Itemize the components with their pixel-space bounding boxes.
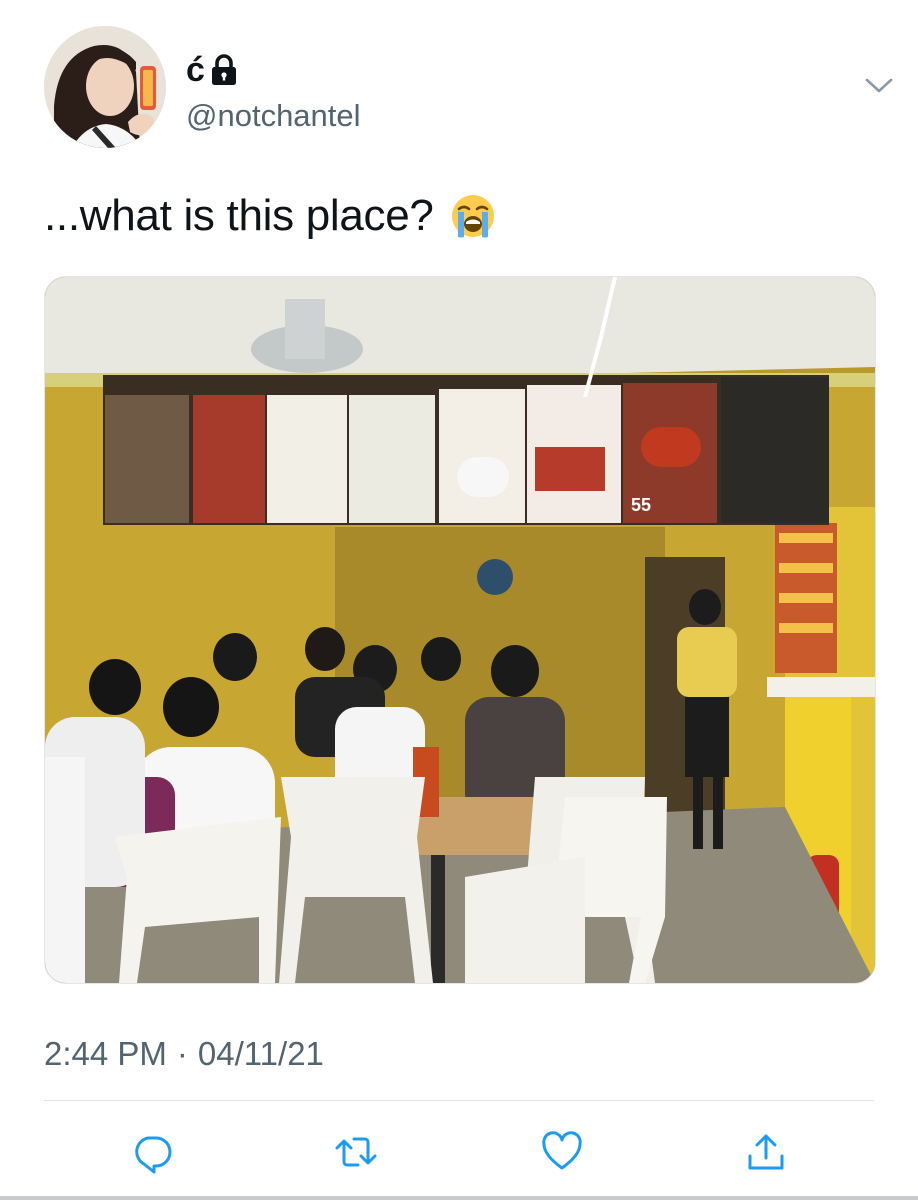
tweet-photo[interactable]: 55 xyxy=(44,276,876,984)
tweet-text: ...what is this place? xyxy=(44,188,496,244)
tweet-header: ć @notchantel xyxy=(44,26,894,150)
retweet-button[interactable] xyxy=(330,1126,382,1178)
chevron-down-icon[interactable] xyxy=(864,76,894,96)
loudly-crying-face-icon xyxy=(451,195,494,238)
avatar[interactable] xyxy=(44,26,166,148)
tweet-time: 2:44 PM xyxy=(44,1035,167,1072)
user-handle[interactable]: @notchantel xyxy=(186,96,361,136)
retweet-icon xyxy=(335,1137,377,1167)
reply-icon xyxy=(135,1136,172,1174)
display-name-text: ć xyxy=(186,51,205,89)
heart-icon xyxy=(542,1131,582,1170)
menu-price-text: 55 xyxy=(631,495,651,515)
like-button[interactable] xyxy=(536,1126,588,1178)
bottom-edge xyxy=(0,1196,918,1200)
share-button[interactable] xyxy=(740,1126,792,1178)
timestamp-separator: · xyxy=(176,1035,188,1072)
reply-button[interactable] xyxy=(126,1126,178,1178)
tweet: ć @notchantel ...what is this place? 55 … xyxy=(0,0,918,1200)
tweet-timestamp[interactable]: 2:44 PM · 04/11/21 xyxy=(44,1032,324,1076)
display-name[interactable]: ć xyxy=(186,50,237,90)
lock-icon xyxy=(211,54,236,85)
tweet-date: 04/11/21 xyxy=(197,1035,324,1072)
tweet-text-body: ...what is this place? xyxy=(44,191,434,240)
share-icon xyxy=(748,1134,784,1170)
divider xyxy=(44,1100,874,1101)
tweet-actions xyxy=(44,1122,874,1182)
